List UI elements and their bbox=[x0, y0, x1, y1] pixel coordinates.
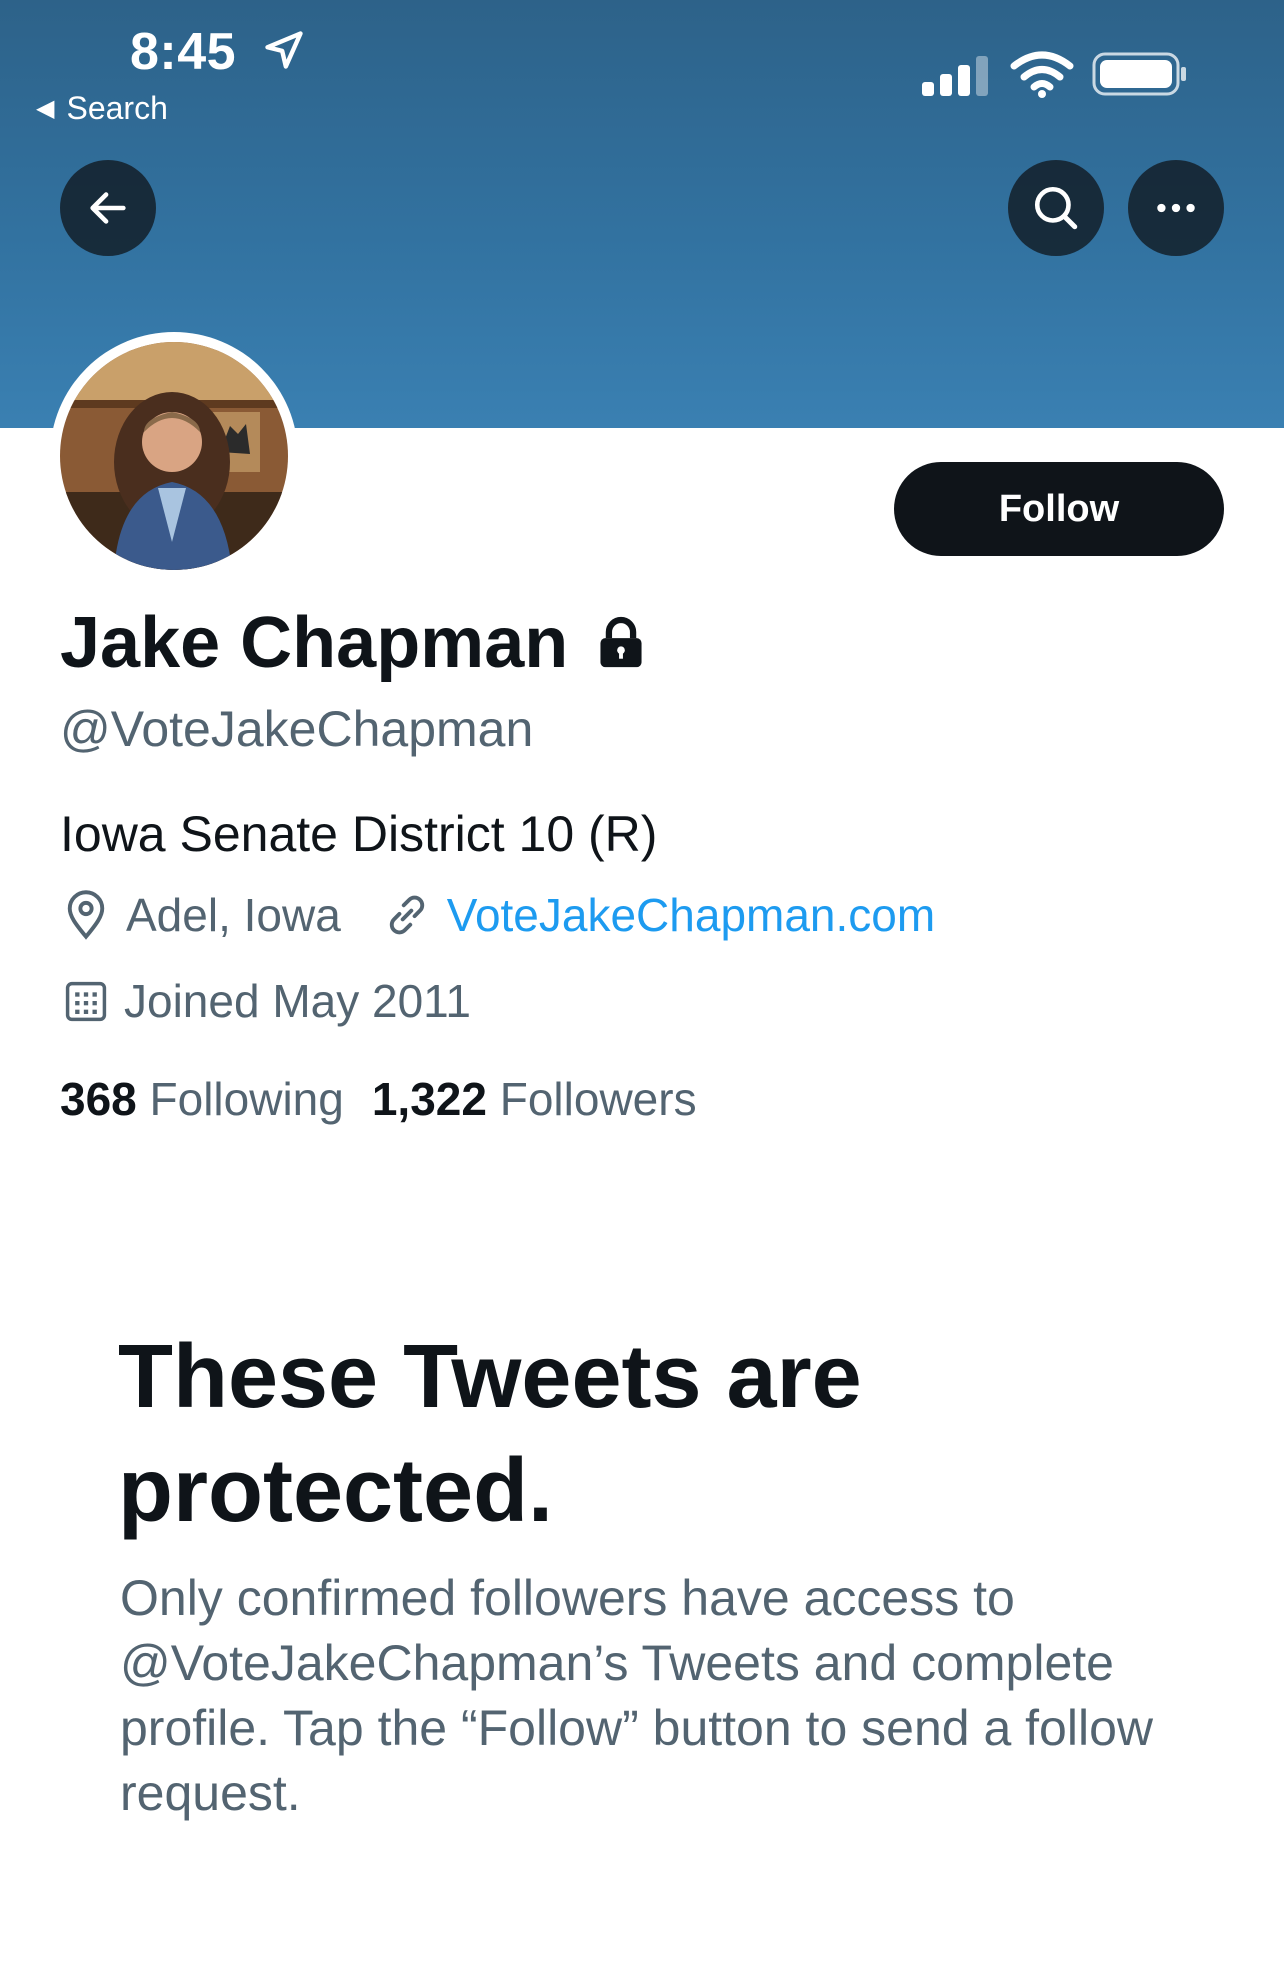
more-icon bbox=[1157, 203, 1195, 213]
back-button[interactable] bbox=[60, 160, 156, 256]
lock-icon bbox=[600, 616, 642, 668]
profile-joined-date: Joined May 2011 bbox=[124, 975, 471, 1027]
profile-location: Adel, Iowa bbox=[126, 889, 341, 941]
following-label: Following bbox=[149, 1073, 344, 1125]
profile-joined-row: Joined May 2011 bbox=[60, 974, 471, 1028]
protected-title: These Tweets are protected. bbox=[118, 1327, 862, 1541]
search-button[interactable] bbox=[1008, 160, 1104, 256]
profile-handle: @VoteJakeChapman bbox=[60, 701, 534, 757]
profile-bio: Iowa Senate District 10 (R) bbox=[60, 806, 658, 862]
followers-label: Followers bbox=[499, 1073, 697, 1125]
avatar-photo bbox=[60, 342, 288, 570]
avatar[interactable] bbox=[50, 332, 298, 580]
profile-website-link[interactable]: VoteJakeChapman.com bbox=[447, 888, 935, 942]
following-count: 368 bbox=[60, 1073, 137, 1125]
followers-link[interactable]: 1,322 Followers bbox=[372, 1072, 697, 1126]
back-to-app-link[interactable]: ◀ Search bbox=[36, 90, 168, 127]
follow-counts: 368 Following 1,322 Followers bbox=[60, 1072, 697, 1126]
followers-count: 1,322 bbox=[371, 1073, 487, 1125]
location-pin-icon bbox=[67, 890, 105, 940]
search-icon bbox=[1034, 186, 1078, 230]
following-link[interactable]: 368 Following bbox=[60, 1072, 344, 1126]
more-options-button[interactable] bbox=[1128, 160, 1224, 256]
protected-description: Only confirmed followers have access to … bbox=[120, 1570, 1153, 1821]
signal-icon bbox=[922, 56, 988, 96]
back-app-label: Search bbox=[66, 90, 168, 126]
back-arrow-icon bbox=[90, 192, 126, 224]
wifi-icon bbox=[1010, 51, 1074, 98]
display-name: Jake Chapman bbox=[60, 603, 569, 683]
battery-icon bbox=[1092, 52, 1186, 96]
link-icon bbox=[389, 895, 424, 935]
calendar-icon bbox=[65, 981, 107, 1022]
profile-name-row: Jake Chapman bbox=[60, 602, 650, 684]
follow-button[interactable]: Follow bbox=[894, 462, 1224, 556]
location-arrow-icon bbox=[265, 31, 303, 69]
status-time: 8:45 bbox=[130, 23, 237, 81]
profile-meta-row: Adel, Iowa VoteJakeChapman.com bbox=[60, 888, 935, 942]
back-triangle-icon: ◀ bbox=[36, 95, 55, 122]
